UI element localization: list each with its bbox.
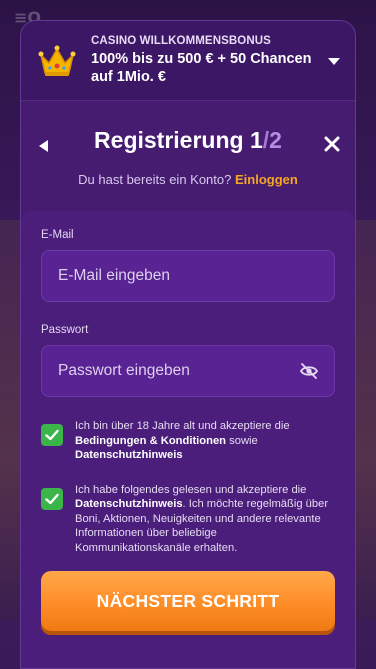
email-field[interactable]: [58, 267, 318, 285]
consent-terms-pre: Ich bin über 18 Jahre alt und akzeptiere…: [75, 420, 290, 432]
terms-link[interactable]: Bedingungen & Konditionen: [75, 435, 226, 447]
background-decoration-left: [0, 220, 22, 620]
page-title: Registrierung 1/2: [21, 127, 355, 154]
email-label: E-Mail: [41, 229, 74, 241]
password-label: Passwort: [41, 324, 89, 336]
welcome-bonus-banner[interactable]: CASINO WILLKOMMENSBONUS 100% bis zu 500 …: [21, 21, 355, 101]
consent-terms-text: Ich bin über 18 Jahre alt und akzeptiere…: [75, 419, 335, 463]
consent-marketing-pre: Ich habe folgendes gelesen und akzeptier…: [75, 483, 307, 496]
next-step-button[interactable]: NÄCHSTER SCHRITT: [41, 571, 335, 631]
consent-terms-checkbox[interactable]: [41, 424, 63, 446]
consent-marketing-text: Ich habe folgendes gelesen und akzeptier…: [75, 483, 335, 556]
close-icon[interactable]: [323, 135, 341, 153]
bonus-title: 100% bis zu 500 € + 50 Chancen auf 1Mio.…: [91, 51, 312, 85]
consent-marketing-checkbox[interactable]: [41, 487, 63, 510]
login-prompt: Du hast bereits ein Konto? Einloggen: [21, 172, 355, 187]
consent-terms: Ich bin über 18 Jahre alt und akzeptiere…: [41, 419, 335, 463]
modal-header: Registrierung 1/2 Du hast bereits ein Ko…: [21, 101, 355, 211]
email-field-wrapper: [41, 250, 335, 302]
login-link[interactable]: Einloggen: [235, 172, 298, 187]
consent-marketing: Ich habe folgendes gelesen und akzeptier…: [41, 483, 335, 556]
login-prompt-text: Du hast bereits ein Konto?: [78, 172, 232, 187]
checkmark-icon: [45, 493, 59, 504]
password-field-wrapper: [41, 345, 335, 397]
password-field[interactable]: [58, 362, 300, 380]
registration-modal: CASINO WILLKOMMENSBONUS 100% bis zu 500 …: [20, 20, 356, 669]
step-total: 2: [269, 127, 282, 153]
step-current: 1: [249, 127, 263, 153]
bonus-kicker: CASINO WILLKOMMENSBONUS: [91, 35, 271, 47]
privacy-link-marketing[interactable]: Datenschutzhinweis: [75, 498, 183, 510]
background-decoration-right: [354, 220, 376, 620]
consent-terms-mid: sowie: [226, 434, 258, 447]
chevron-down-icon[interactable]: [327, 56, 341, 66]
privacy-link[interactable]: Datenschutzhinweis: [75, 449, 183, 461]
checkmark-icon: [45, 429, 59, 441]
crown-icon: [38, 45, 76, 76]
bonus-text: CASINO WILLKOMMENSBONUS 100% bis zu 500 …: [91, 35, 327, 86]
registration-form: E-Mail Passwort Ich bin über 18 Jahre al…: [21, 211, 355, 668]
title-text: Registrierung: [94, 127, 244, 153]
eye-off-icon[interactable]: [300, 363, 318, 379]
